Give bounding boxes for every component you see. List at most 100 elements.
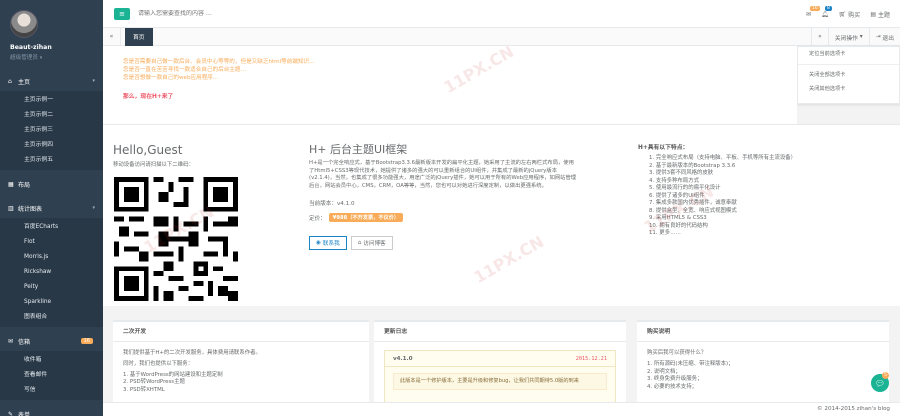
- chevron-down-icon: ▾: [92, 78, 95, 84]
- sidebar-item[interactable]: 主页示例一: [0, 93, 103, 108]
- nav-group-layout[interactable]: ▦ 布局: [0, 174, 103, 194]
- dropdown-divider: [798, 64, 899, 65]
- features-list: 1. 完全响应式布局（支持电脑、平板、手机等所有主流设备） 2. 基于最新版本的…: [649, 155, 796, 238]
- tab-scroll-right-button[interactable]: »: [811, 28, 828, 46]
- features-title: H+具有以下特点：: [638, 145, 689, 151]
- notice-line: 您是否想做一款自己的web应用程序…: [123, 75, 219, 81]
- double-right-icon: »: [818, 34, 822, 40]
- user-role[interactable]: 超级管理员 ▾: [10, 53, 103, 61]
- panel-title: 购买说明: [637, 322, 889, 342]
- sidebar-item[interactable]: 主页示例三: [0, 123, 103, 138]
- update-entry: v4.1.0 2015.12.21 此版本是一个修护版本，主要是升级和修复bug…: [384, 350, 616, 410]
- logout-button[interactable]: ⇥ 退出: [868, 28, 900, 46]
- update-note: 此版本是一个修护版本，主要是升级和修复bug，让我们共同期待5.0版的到来: [393, 373, 607, 390]
- notice-headline: 那么，现在H+来了: [123, 94, 174, 100]
- hplus-description: H+是一个完全响应式，基于Bootstrap3.3.6最新版本开发的扁平化主题，…: [309, 160, 577, 189]
- chat-icon: 💬︎: [874, 378, 886, 388]
- user-name[interactable]: Beaut-zihan: [10, 44, 103, 51]
- avatar[interactable]: [10, 10, 38, 38]
- hplus-version: 当前版本：v4.1.0: [309, 201, 355, 207]
- sidebar-item[interactable]: 收件箱: [0, 353, 103, 368]
- price-badge: ¥988（不开发票，不议价）: [328, 213, 404, 222]
- intro-notice: 您是否需要自己做一款后台、会员中心等等的，但是又缺乏html等前端知识… 您是否…: [103, 46, 797, 124]
- notice-line: 您是否一直在苦苦寻找一款适合自己的后台主题…: [123, 67, 247, 73]
- feature-item: 10. 拥有良好的代码结构: [649, 222, 708, 229]
- close-ops-button[interactable]: 关闭操作 ▾: [827, 28, 869, 46]
- dropdown-item-close-others[interactable]: 关闭其他选项卡: [798, 82, 899, 96]
- nav-group-charts[interactable]: ▥ 统计图表 ▾: [0, 198, 103, 218]
- hplus-buttons: ◉ 联系我 ⌂ 访问博客: [309, 236, 393, 250]
- feature-item: 6. 提供了诸多的UI组件: [649, 192, 705, 199]
- panel-title: 二次开发: [113, 322, 369, 342]
- welcome-section: Hello,Guest 移动设备访问请扫描以下二维码： H+ 后台主题UI框架 …: [103, 124, 900, 306]
- chart-icon: ▥: [8, 204, 14, 212]
- sidebar-item[interactable]: 百度ECharts: [0, 220, 103, 235]
- nav-sub-home: 主页示例一 主页示例二 主页示例三 主页示例四 主页示例五: [0, 91, 103, 170]
- sidebar-item[interactable]: Sparkline: [0, 295, 103, 310]
- feature-item: 2. 基于最新版本的Bootstrap 3.3.6: [649, 162, 736, 169]
- update-date: 2015.12.21: [575, 355, 607, 362]
- feature-item: 4. 支持多种布局方式: [649, 177, 699, 184]
- cart-icon: 🛒︎: [838, 10, 847, 18]
- topbar: ≡ ✉ 16 🔔︎ 8 🛒︎ 购买 ▤ 主题: [103, 0, 900, 28]
- chat-badge: 5: [882, 372, 889, 379]
- tab-scroll-left-button[interactable]: «: [103, 27, 121, 46]
- feature-item: 1. 完全响应式布局（支持电脑、平板、手机等所有主流设备）: [649, 155, 797, 161]
- mail-icon: ✉: [8, 337, 14, 345]
- sidebar-item[interactable]: 主页示例四: [0, 138, 103, 153]
- nav-group-forms[interactable]: ✎ 表单: [0, 404, 103, 416]
- bell-icon: 🔔︎: [821, 10, 829, 18]
- tasks-icon: ▤: [870, 10, 876, 18]
- alerts-button[interactable]: 🔔︎ 8: [821, 5, 832, 18]
- caret-down-icon: ▾: [39, 55, 43, 61]
- footer: © 2014-2015 zihan's blog: [103, 402, 900, 416]
- sidebar: Beaut-zihan 超级管理员 ▾ ⌂ 主页 ▾ 主页示例一 主页示例二 主…: [0, 0, 103, 416]
- nav-sub-charts: 百度ECharts Flot Morris.js Rickshaw Peity …: [0, 218, 103, 327]
- dropdown-item-locate[interactable]: 定位当前选项卡: [798, 47, 899, 61]
- visit-blog-button[interactable]: ⌂ 访问博客: [350, 236, 393, 250]
- sidebar-item[interactable]: Rickshaw: [0, 265, 103, 280]
- close-ops-dropdown: 定位当前选项卡 关闭全部选项卡 关闭其他选项卡: [797, 46, 900, 104]
- theme-link[interactable]: ▤ 主题: [870, 10, 890, 19]
- sidebar-item[interactable]: 主页示例五: [0, 153, 103, 168]
- menu-toggle-button[interactable]: ≡: [114, 7, 130, 20]
- hello-title: Hello,Guest: [113, 143, 183, 157]
- sidebar-item[interactable]: 图表组合: [0, 310, 103, 325]
- envelope-icon: ✉: [806, 10, 812, 18]
- search-input[interactable]: [138, 10, 338, 17]
- hplus-price: 定价： ¥988（不开发票，不议价）: [309, 213, 404, 222]
- qr-code: [114, 177, 238, 301]
- caret-down-icon: ▾: [859, 34, 863, 40]
- profile: Beaut-zihan 超级管理员 ▾: [0, 0, 103, 71]
- tab-home[interactable]: 首页: [125, 27, 153, 46]
- home-icon: ⌂: [357, 240, 362, 246]
- feature-item: 9. 采用HTML5 & CSS3: [649, 215, 707, 221]
- sidebar-item[interactable]: 写信: [0, 383, 103, 398]
- sign-out-icon: ⇥: [875, 34, 881, 40]
- panel-title: 更新日志: [374, 322, 626, 342]
- nav-group-home[interactable]: ⌂ 主页 ▾: [0, 71, 103, 91]
- feature-item: 8. 提供盒型、全宽、响应式视图模式: [649, 207, 737, 214]
- sidebar-item[interactable]: 主页示例二: [0, 108, 103, 123]
- sidebar-item[interactable]: Morris.js: [0, 250, 103, 265]
- tab-bar: « 首页 » 关闭操作 ▾ ⇥ 退出: [103, 27, 900, 46]
- nav-group-mailbox[interactable]: ✉ 信箱 16: [0, 331, 103, 351]
- sidebar-item[interactable]: 查看邮件: [0, 368, 103, 383]
- buy-link[interactable]: 🛒︎ 购买: [839, 10, 861, 19]
- feature-item: 7. 集成多款国内优秀插件，诚意奉献: [649, 200, 737, 206]
- layout-icon: ▦: [8, 180, 14, 188]
- top-right-nav: ✉ 16 🔔︎ 8 🛒︎ 购买 ▤ 主题: [806, 0, 890, 28]
- update-header: v4.1.0 2015.12.21: [385, 351, 615, 367]
- dropdown-item-close-all[interactable]: 关闭全部选项卡: [798, 68, 899, 82]
- messages-button[interactable]: ✉ 16: [806, 5, 820, 18]
- sidebar-item[interactable]: Peity: [0, 280, 103, 295]
- menu-icon: ≡: [119, 9, 125, 18]
- contact-button[interactable]: ◉ 联系我: [309, 236, 347, 250]
- sidebar-item[interactable]: Flot: [0, 235, 103, 250]
- feature-item: 11. 更多……: [649, 230, 681, 236]
- chevron-down-icon: ▾: [92, 205, 95, 211]
- qq-icon: ◉: [316, 240, 321, 246]
- feature-item: 5. 使用最流行的的扁平化设计: [649, 185, 721, 191]
- edit-icon: ✎: [8, 410, 14, 416]
- update-version: v4.1.0: [393, 355, 413, 362]
